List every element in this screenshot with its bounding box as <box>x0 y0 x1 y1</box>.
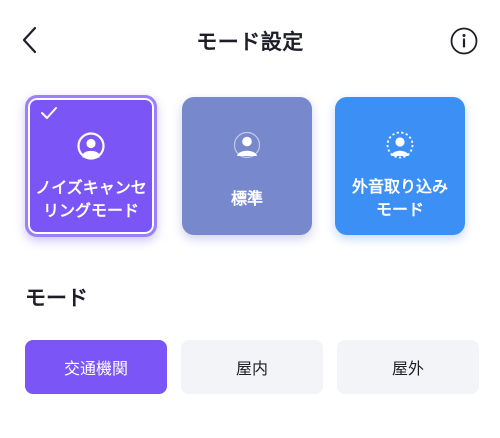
mode-option-indoor[interactable]: 屋内 <box>181 340 323 394</box>
mode-option-outdoor[interactable]: 屋外 <box>337 340 479 394</box>
info-button[interactable] <box>450 27 478 55</box>
check-icon <box>41 107 57 119</box>
noise-cancel-mode-card[interactable]: ノイズキャンセ リングモード <box>25 95 157 237</box>
info-circle-icon <box>450 27 478 55</box>
ambient-mode-card[interactable]: 外音取り込み モード <box>335 97 465 235</box>
standard-mode-card[interactable]: 標準 <box>182 97 312 235</box>
standard-label: 標準 <box>230 189 263 208</box>
mode-cards: ノイズキャンセ リングモード 標準 外音取り込み モード <box>25 95 475 240</box>
page-title: モード設定 <box>196 30 304 54</box>
header: モード設定 <box>0 0 500 80</box>
standard-person-icon <box>233 131 261 159</box>
ambient-person-icon <box>386 131 414 159</box>
noise-cancel-label: ノイズキャンセ リングモード <box>35 178 147 220</box>
mode-section-title: モード <box>25 286 88 310</box>
mode-option-transit[interactable]: 交通機関 <box>25 340 167 394</box>
ambient-label: 外音取り込み モード <box>351 177 448 219</box>
noise-cancel-person-icon <box>77 132 105 160</box>
